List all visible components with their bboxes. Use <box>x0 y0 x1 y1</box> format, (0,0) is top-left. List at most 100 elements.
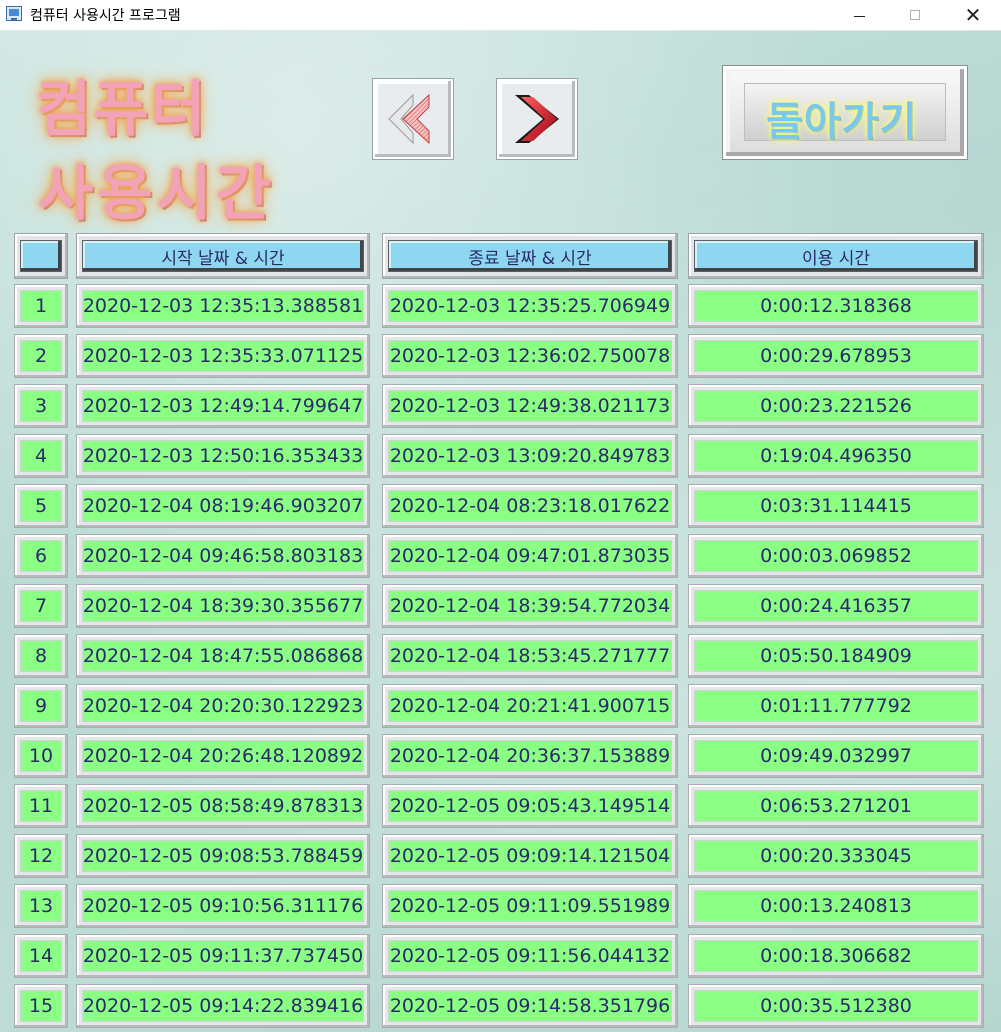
client-area: 컴퓨터 사용시간 돌아가기 시작 날짜 & 시간 종료 날짜 & 시간 이용 시… <box>0 31 1001 1032</box>
row-duration-cell-value: 0:06:53.271201 <box>694 790 978 822</box>
prev-page-button[interactable] <box>372 78 454 160</box>
row-start-cell: 2020-12-03 12:35:33.071125 <box>76 334 370 378</box>
row-index-cell: 7 <box>14 584 68 628</box>
row-end-cell: 2020-12-05 09:11:56.044132 <box>382 934 678 978</box>
row-duration-cell-value: 0:00:03.069852 <box>694 540 978 572</box>
close-button[interactable]: ✕ <box>950 0 996 30</box>
row-start-cell: 2020-12-04 18:39:30.355677 <box>76 584 370 628</box>
row-start-cell-value: 2020-12-03 12:49:14.799647 <box>82 390 364 422</box>
row-duration-cell: 0:00:29.678953 <box>688 334 984 378</box>
row-start-cell-value: 2020-12-04 09:46:58.803183 <box>82 540 364 572</box>
row-end-cell-value: 2020-12-05 09:11:09.551989 <box>388 890 672 922</box>
row-end-cell: 2020-12-04 20:36:37.153889 <box>382 734 678 778</box>
monitor-app-icon <box>6 6 22 21</box>
row-end-cell-value: 2020-12-05 09:05:43.149514 <box>388 790 672 822</box>
row-duration-cell-value: 0:00:18.306682 <box>694 940 978 972</box>
maximize-icon <box>910 10 920 20</box>
row-duration-cell-value: 0:01:11.777792 <box>694 690 978 722</box>
row-duration-cell: 0:00:35.512380 <box>688 984 984 1028</box>
header-index-label <box>20 240 62 272</box>
row-start-cell-value: 2020-12-04 18:47:55.086868 <box>82 640 364 672</box>
minimize-button[interactable] <box>836 0 882 30</box>
row-index-cell-value: 7 <box>20 590 62 622</box>
row-index-cell: 13 <box>14 884 68 928</box>
row-index-cell: 2 <box>14 334 68 378</box>
row-start-cell-value: 2020-12-05 09:11:37.737450 <box>82 940 364 972</box>
header-index[interactable] <box>14 233 68 279</box>
row-end-cell-value: 2020-12-04 18:53:45.271777 <box>388 640 672 672</box>
row-end-cell-value: 2020-12-03 12:49:38.021173 <box>388 390 672 422</box>
chevron-right-icon <box>515 95 559 143</box>
row-start-cell-value: 2020-12-04 18:39:30.355677 <box>82 590 364 622</box>
row-start-cell-value: 2020-12-04 20:26:48.120892 <box>82 740 364 772</box>
row-index-cell-value: 4 <box>20 440 62 472</box>
header-start-label: 시작 날짜 & 시간 <box>82 240 364 272</box>
row-start-cell: 2020-12-05 09:14:22.839416 <box>76 984 370 1028</box>
row-end-cell-value: 2020-12-04 20:36:37.153889 <box>388 740 672 772</box>
row-end-cell: 2020-12-04 18:39:54.772034 <box>382 584 678 628</box>
next-page-button[interactable] <box>496 78 578 160</box>
row-index-cell: 9 <box>14 684 68 728</box>
row-start-cell: 2020-12-04 20:20:30.122923 <box>76 684 370 728</box>
row-start-cell-value: 2020-12-04 08:19:46.903207 <box>82 490 364 522</box>
row-duration-cell: 0:06:53.271201 <box>688 784 984 828</box>
header-usage-time[interactable]: 이용 시간 <box>688 233 984 279</box>
window-titlebar: 컴퓨터 사용시간 프로그램 ✕ <box>0 0 1001 31</box>
back-button[interactable]: 돌아가기 <box>722 65 968 160</box>
row-index-cell-value: 13 <box>20 890 62 922</box>
row-end-cell: 2020-12-05 09:05:43.149514 <box>382 784 678 828</box>
row-end-cell: 2020-12-03 12:49:38.021173 <box>382 384 678 428</box>
row-start-cell: 2020-12-03 12:50:16.353433 <box>76 434 370 478</box>
row-start-cell: 2020-12-05 09:08:53.788459 <box>76 834 370 878</box>
row-duration-cell-value: 0:05:50.184909 <box>694 640 978 672</box>
row-duration-cell-value: 0:00:24.416357 <box>694 590 978 622</box>
row-index-cell: 14 <box>14 934 68 978</box>
row-index-cell-value: 1 <box>20 290 62 322</box>
row-end-cell-value: 2020-12-04 20:21:41.900715 <box>388 690 672 722</box>
row-duration-cell: 0:09:49.032997 <box>688 734 984 778</box>
row-duration-cell-value: 0:00:20.333045 <box>694 840 978 872</box>
row-start-cell: 2020-12-03 12:49:14.799647 <box>76 384 370 428</box>
minimize-icon <box>853 15 865 17</box>
row-index-cell: 6 <box>14 534 68 578</box>
row-end-cell: 2020-12-04 08:23:18.017622 <box>382 484 678 528</box>
row-index-cell-value: 15 <box>20 990 62 1022</box>
row-index-cell: 8 <box>14 634 68 678</box>
row-start-cell-value: 2020-12-03 12:35:13.388581 <box>82 290 364 322</box>
row-duration-cell-value: 0:00:29.678953 <box>694 340 978 372</box>
row-end-cell-value: 2020-12-03 12:36:02.750078 <box>388 340 672 372</box>
header-end-datetime[interactable]: 종료 날짜 & 시간 <box>382 233 678 279</box>
header-start-datetime[interactable]: 시작 날짜 & 시간 <box>76 233 370 279</box>
row-end-cell: 2020-12-03 12:36:02.750078 <box>382 334 678 378</box>
row-end-cell-value: 2020-12-05 09:11:56.044132 <box>388 940 672 972</box>
header-usage-label: 이용 시간 <box>694 240 978 272</box>
row-end-cell: 2020-12-05 09:09:14.121504 <box>382 834 678 878</box>
logo-line-1: 컴퓨터 <box>36 75 208 145</box>
row-duration-cell: 0:00:13.240813 <box>688 884 984 928</box>
row-duration-cell-value: 0:00:35.512380 <box>694 990 978 1022</box>
row-duration-cell-value: 0:19:04.496350 <box>694 440 978 472</box>
row-index-cell-value: 5 <box>20 490 62 522</box>
maximize-button[interactable] <box>892 0 938 30</box>
row-duration-cell-value: 0:00:13.240813 <box>694 890 978 922</box>
row-index-cell: 3 <box>14 384 68 428</box>
row-duration-cell: 0:05:50.184909 <box>688 634 984 678</box>
row-index-cell-value: 3 <box>20 390 62 422</box>
row-duration-cell-value: 0:00:23.221526 <box>694 390 978 422</box>
row-start-cell-value: 2020-12-03 12:35:33.071125 <box>82 340 364 372</box>
row-duration-cell: 0:01:11.777792 <box>688 684 984 728</box>
row-start-cell: 2020-12-05 08:58:49.878313 <box>76 784 370 828</box>
row-duration-cell-value: 0:03:31.114415 <box>694 490 978 522</box>
row-end-cell-value: 2020-12-05 09:09:14.121504 <box>388 840 672 872</box>
row-end-cell-value: 2020-12-04 18:39:54.772034 <box>388 590 672 622</box>
row-start-cell-value: 2020-12-04 20:20:30.122923 <box>82 690 364 722</box>
row-start-cell: 2020-12-04 20:26:48.120892 <box>76 734 370 778</box>
row-start-cell-value: 2020-12-05 08:58:49.878313 <box>82 790 364 822</box>
row-duration-cell: 0:00:03.069852 <box>688 534 984 578</box>
chevron-left-icon <box>388 93 430 145</box>
back-button-label: 돌아가기 <box>766 99 918 145</box>
row-index-cell: 10 <box>14 734 68 778</box>
row-end-cell-value: 2020-12-04 08:23:18.017622 <box>388 490 672 522</box>
row-duration-cell: 0:00:24.416357 <box>688 584 984 628</box>
row-start-cell-value: 2020-12-05 09:08:53.788459 <box>82 840 364 872</box>
